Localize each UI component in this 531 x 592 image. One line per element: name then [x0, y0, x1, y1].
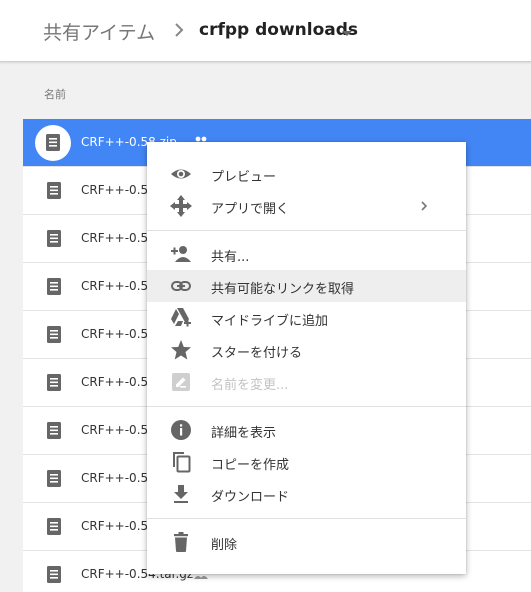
menu-item-download[interactable]: ダウンロード: [147, 478, 466, 510]
copy-icon: [173, 452, 191, 473]
menu-item-label: スターを付ける: [211, 346, 303, 361]
menu-item-label: マイドライブに追加: [211, 314, 329, 329]
menu-divider: [147, 406, 466, 407]
link-icon: [171, 281, 191, 291]
menu-item-label: 詳細を表示: [211, 426, 277, 441]
menu-item-label: 名前を変更...: [211, 378, 289, 393]
menu-item-make-copy[interactable]: コピーを作成: [147, 446, 466, 478]
menu-item-delete[interactable]: 削除: [147, 526, 466, 558]
rename-icon: [172, 373, 190, 391]
menu-item-share[interactable]: 共有...: [147, 238, 466, 270]
person-add-icon: [171, 246, 191, 262]
document-icon: [47, 566, 61, 583]
document-icon: [47, 326, 61, 343]
menu-item-details[interactable]: 詳細を表示: [147, 414, 466, 446]
document-icon: [46, 134, 60, 151]
header-bar: 共有アイテム crfpp downloads: [0, 0, 531, 62]
file-name: CRF++-0.54: [81, 519, 156, 533]
menu-item-add-to-drive[interactable]: マイドライブに追加: [147, 302, 466, 334]
breadcrumb-root[interactable]: 共有アイテム: [43, 18, 155, 45]
breadcrumb-current-folder[interactable]: crfpp downloads: [199, 20, 358, 40]
drive-add-icon: [171, 308, 191, 327]
menu-divider: [147, 518, 466, 519]
info-icon: [171, 420, 191, 440]
column-header-name[interactable]: 名前: [44, 86, 66, 102]
file-name: CRF++-0.56: [81, 375, 156, 389]
menu-item-label: アプリで開く: [211, 202, 290, 217]
file-name: CRF++-0.58: [81, 183, 156, 197]
menu-item-label: コピーを作成: [211, 458, 290, 473]
eye-icon: [171, 169, 191, 179]
menu-item-label: 削除: [211, 538, 238, 553]
file-name: CRF++-0.57: [81, 279, 156, 293]
open-with-icon: [170, 195, 192, 217]
selected-checkmark-circle[interactable]: [35, 125, 71, 161]
menu-item-label: 共有可能なリンクを取得: [211, 282, 355, 297]
file-name: CRF++-0.57: [81, 231, 156, 245]
menu-item-preview[interactable]: プレビュー: [147, 158, 466, 190]
document-icon: [47, 374, 61, 391]
dropdown-caret-icon[interactable]: [342, 31, 352, 36]
trash-icon: [174, 532, 188, 552]
document-icon: [47, 518, 61, 535]
download-icon: [174, 485, 188, 503]
menu-item-rename: 名前を変更...: [147, 366, 466, 398]
chevron-right-icon: [421, 201, 428, 211]
menu-item-label: ダウンロード: [211, 490, 290, 505]
document-icon: [47, 182, 61, 199]
document-icon: [47, 422, 61, 439]
menu-item-star[interactable]: スターを付ける: [147, 334, 466, 366]
menu-item-get-link[interactable]: 共有可能なリンクを取得: [147, 270, 466, 302]
chevron-right-icon: [175, 23, 184, 37]
file-name: CRF++-0.55: [81, 471, 156, 485]
star-icon: [171, 340, 191, 360]
context-menu: プレビュー アプリで開く 共有... 共有可能なリンクを取得 マイドライブに追加: [147, 142, 466, 574]
file-name: CRF++-0.56: [81, 327, 156, 341]
menu-item-label: 共有...: [211, 250, 250, 265]
document-icon: [47, 230, 61, 247]
document-icon: [47, 470, 61, 487]
document-icon: [47, 278, 61, 295]
menu-item-label: プレビュー: [211, 170, 277, 185]
file-name: CRF++-0.55: [81, 423, 156, 437]
menu-item-open-with[interactable]: アプリで開く: [147, 190, 466, 222]
menu-divider: [147, 230, 466, 231]
